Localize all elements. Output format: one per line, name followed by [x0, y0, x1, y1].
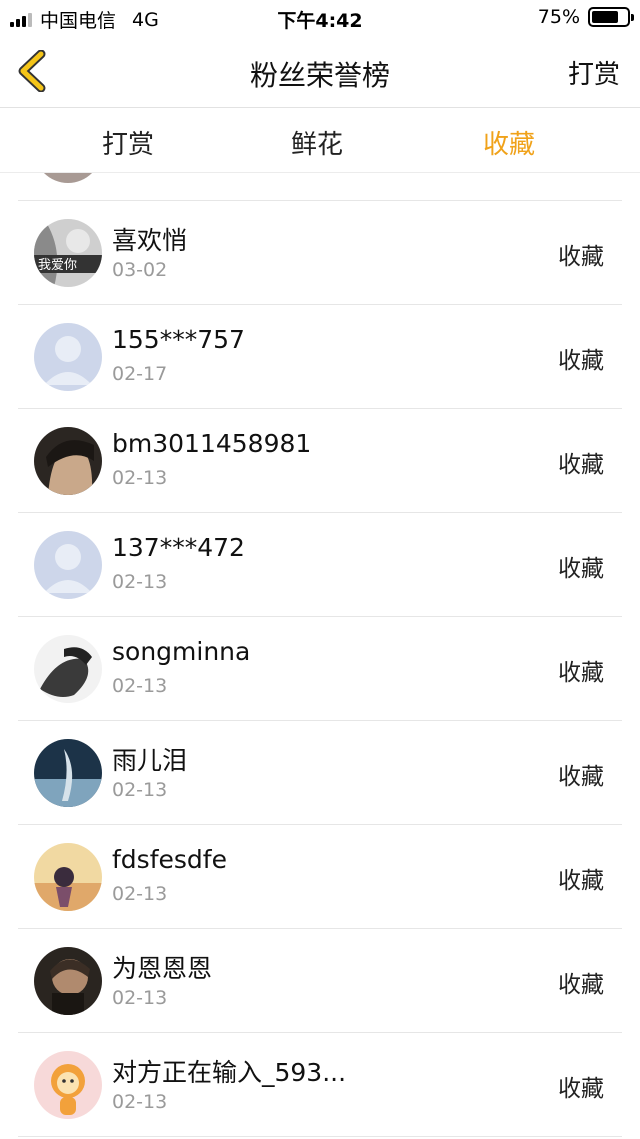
- favorite-label: 收藏: [558, 1076, 604, 1102]
- date-label: 02-13: [112, 675, 168, 697]
- date-label: 03-02: [112, 173, 167, 177]
- favorite-label: 收藏: [558, 764, 604, 790]
- favorite-label: 收藏: [558, 348, 604, 374]
- page-title: 粉丝荣誉榜: [249, 59, 390, 92]
- list-item[interactable]: 为恩恩恩 02-13 收藏: [18, 929, 622, 1033]
- photo-avatar[interactable]: 我爱你: [34, 219, 102, 287]
- favorite-label: 收藏: [558, 244, 604, 270]
- favorite-label: 收藏: [558, 660, 604, 686]
- nav-bar: 粉丝荣誉榜 打赏: [0, 36, 640, 108]
- user-name: fdsfesdfe: [112, 845, 227, 874]
- user-name: 喜欢悄: [112, 226, 188, 255]
- user-name: 155***757: [112, 325, 245, 354]
- date-label: 02-13: [112, 883, 168, 905]
- list-item[interactable]: 我爱你 喜欢悄 03-02 收藏: [18, 201, 622, 305]
- date-label: 03-02: [112, 259, 168, 281]
- list-item[interactable]: 对方正在输入_593... 02-13 收藏: [18, 1033, 622, 1137]
- default-avatar[interactable]: [34, 323, 102, 391]
- user-name: 雨儿泪: [112, 746, 188, 775]
- battery-percent: 75%: [537, 6, 580, 28]
- tab-favorites[interactable]: 收藏: [483, 124, 535, 161]
- default-avatar[interactable]: [34, 531, 102, 599]
- favorite-label: 收藏: [558, 452, 604, 478]
- svg-text:我爱你: 我爱你: [38, 258, 77, 273]
- tab-bar: 打赏 鲜花 收藏: [0, 109, 640, 173]
- date-label: 02-13: [112, 1091, 168, 1113]
- favorite-label: 收藏: [558, 868, 604, 894]
- fan-list-inner: 03-02收藏我爱你喜欢悄03-02收藏155***75702-17收藏bm30…: [0, 173, 640, 1137]
- user-name: songminna: [112, 637, 251, 666]
- status-bar: 中国电信 4G 下午4:42 75%: [0, 0, 640, 36]
- date-label: 02-13: [112, 987, 168, 1009]
- user-name: 对方正在输入_593...: [112, 1058, 347, 1087]
- photo-avatar[interactable]: [34, 947, 102, 1015]
- status-right: 75%: [537, 6, 634, 28]
- list-item[interactable]: songminna 02-13 收藏: [18, 617, 622, 721]
- list-item[interactable]: bm3011458981 02-13 收藏: [18, 409, 622, 513]
- list-item[interactable]: 137***472 02-13 收藏: [18, 513, 622, 617]
- date-label: 02-13: [112, 571, 168, 593]
- date-label: 02-17: [112, 363, 168, 385]
- user-name: 137***472: [112, 533, 245, 562]
- battery-fill: [592, 11, 618, 23]
- list-item[interactable]: fdsfesdfe 02-13 收藏: [18, 825, 622, 929]
- tab-reward[interactable]: 打赏: [102, 124, 154, 161]
- cartoon-lion-avatar[interactable]: [34, 1051, 102, 1119]
- date-label: 02-13: [112, 779, 168, 801]
- date-label: 02-13: [112, 467, 168, 489]
- list-item[interactable]: 03-02收藏: [18, 173, 622, 201]
- favorite-label: 收藏: [558, 972, 604, 998]
- user-name: 为恩恩恩: [112, 954, 213, 983]
- user-name: bm3011458981: [112, 429, 312, 458]
- list-item[interactable]: 155***757 02-17 收藏: [18, 305, 622, 409]
- photo-avatar[interactable]: [34, 739, 102, 807]
- fan-list[interactable]: 03-02收藏我爱你喜欢悄03-02收藏155***75702-17收藏bm30…: [0, 173, 640, 1139]
- photo-avatar[interactable]: [34, 173, 102, 183]
- photo-avatar[interactable]: [34, 635, 102, 703]
- tab-flowers[interactable]: 鲜花: [291, 124, 343, 161]
- photo-avatar[interactable]: [34, 427, 102, 495]
- reward-button[interactable]: 打赏: [568, 54, 620, 91]
- list-item[interactable]: 雨儿泪 02-13 收藏: [18, 721, 622, 825]
- favorite-label: 收藏: [558, 556, 604, 582]
- photo-avatar[interactable]: [34, 843, 102, 911]
- battery-icon: [588, 7, 634, 27]
